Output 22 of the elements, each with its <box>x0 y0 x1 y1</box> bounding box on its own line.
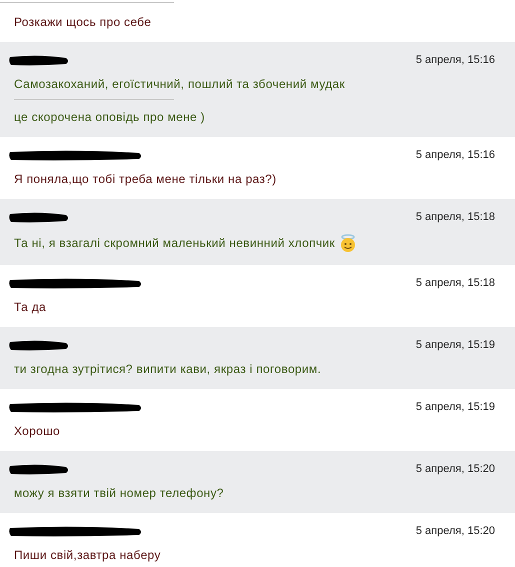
redacted-name-drawing <box>8 339 70 351</box>
redacted-name-drawing <box>8 211 70 223</box>
message-text: Та ні, я взагалі скромний маленький невинний хлопчик <box>14 236 335 250</box>
message-time: 5 апреля, 15:19 <box>416 339 495 351</box>
message-text: Та да <box>14 300 46 314</box>
message-time: 5 апреля, 15:18 <box>416 277 495 289</box>
message-time: 5 апреля, 15:16 <box>416 149 495 161</box>
message-text: ти згодна зутрітися? випити кави, якраз і поговорим. <box>14 362 322 376</box>
message-time: 5 апреля, 15:20 <box>416 463 495 475</box>
message-time: 5 апреля, 15:19 <box>416 401 495 413</box>
message-text: Я поняла,що тобі треба мене тільки на раз?) <box>14 172 276 186</box>
message-text: Розкажи щось про себе <box>14 15 152 29</box>
message-text: це скорочена оповідь про мене ) <box>14 110 205 124</box>
message-time: 5 апреля, 15:20 <box>416 525 495 537</box>
message-text: Хорошо <box>14 424 60 438</box>
message-text: Самозакоханий, егоїстичний, пошлий та збочений мудак <box>14 77 345 91</box>
redacted-name-drawing <box>8 463 70 475</box>
message-text: Пиши свій,завтра наберу <box>14 548 161 562</box>
redacted-name-drawing <box>8 54 70 66</box>
message-time: 5 апреля, 15:18 <box>416 211 495 223</box>
message-time: 5 апреля, 15:16 <box>416 54 495 66</box>
message-text: можу я взяти твій номер телефону? <box>14 486 224 500</box>
